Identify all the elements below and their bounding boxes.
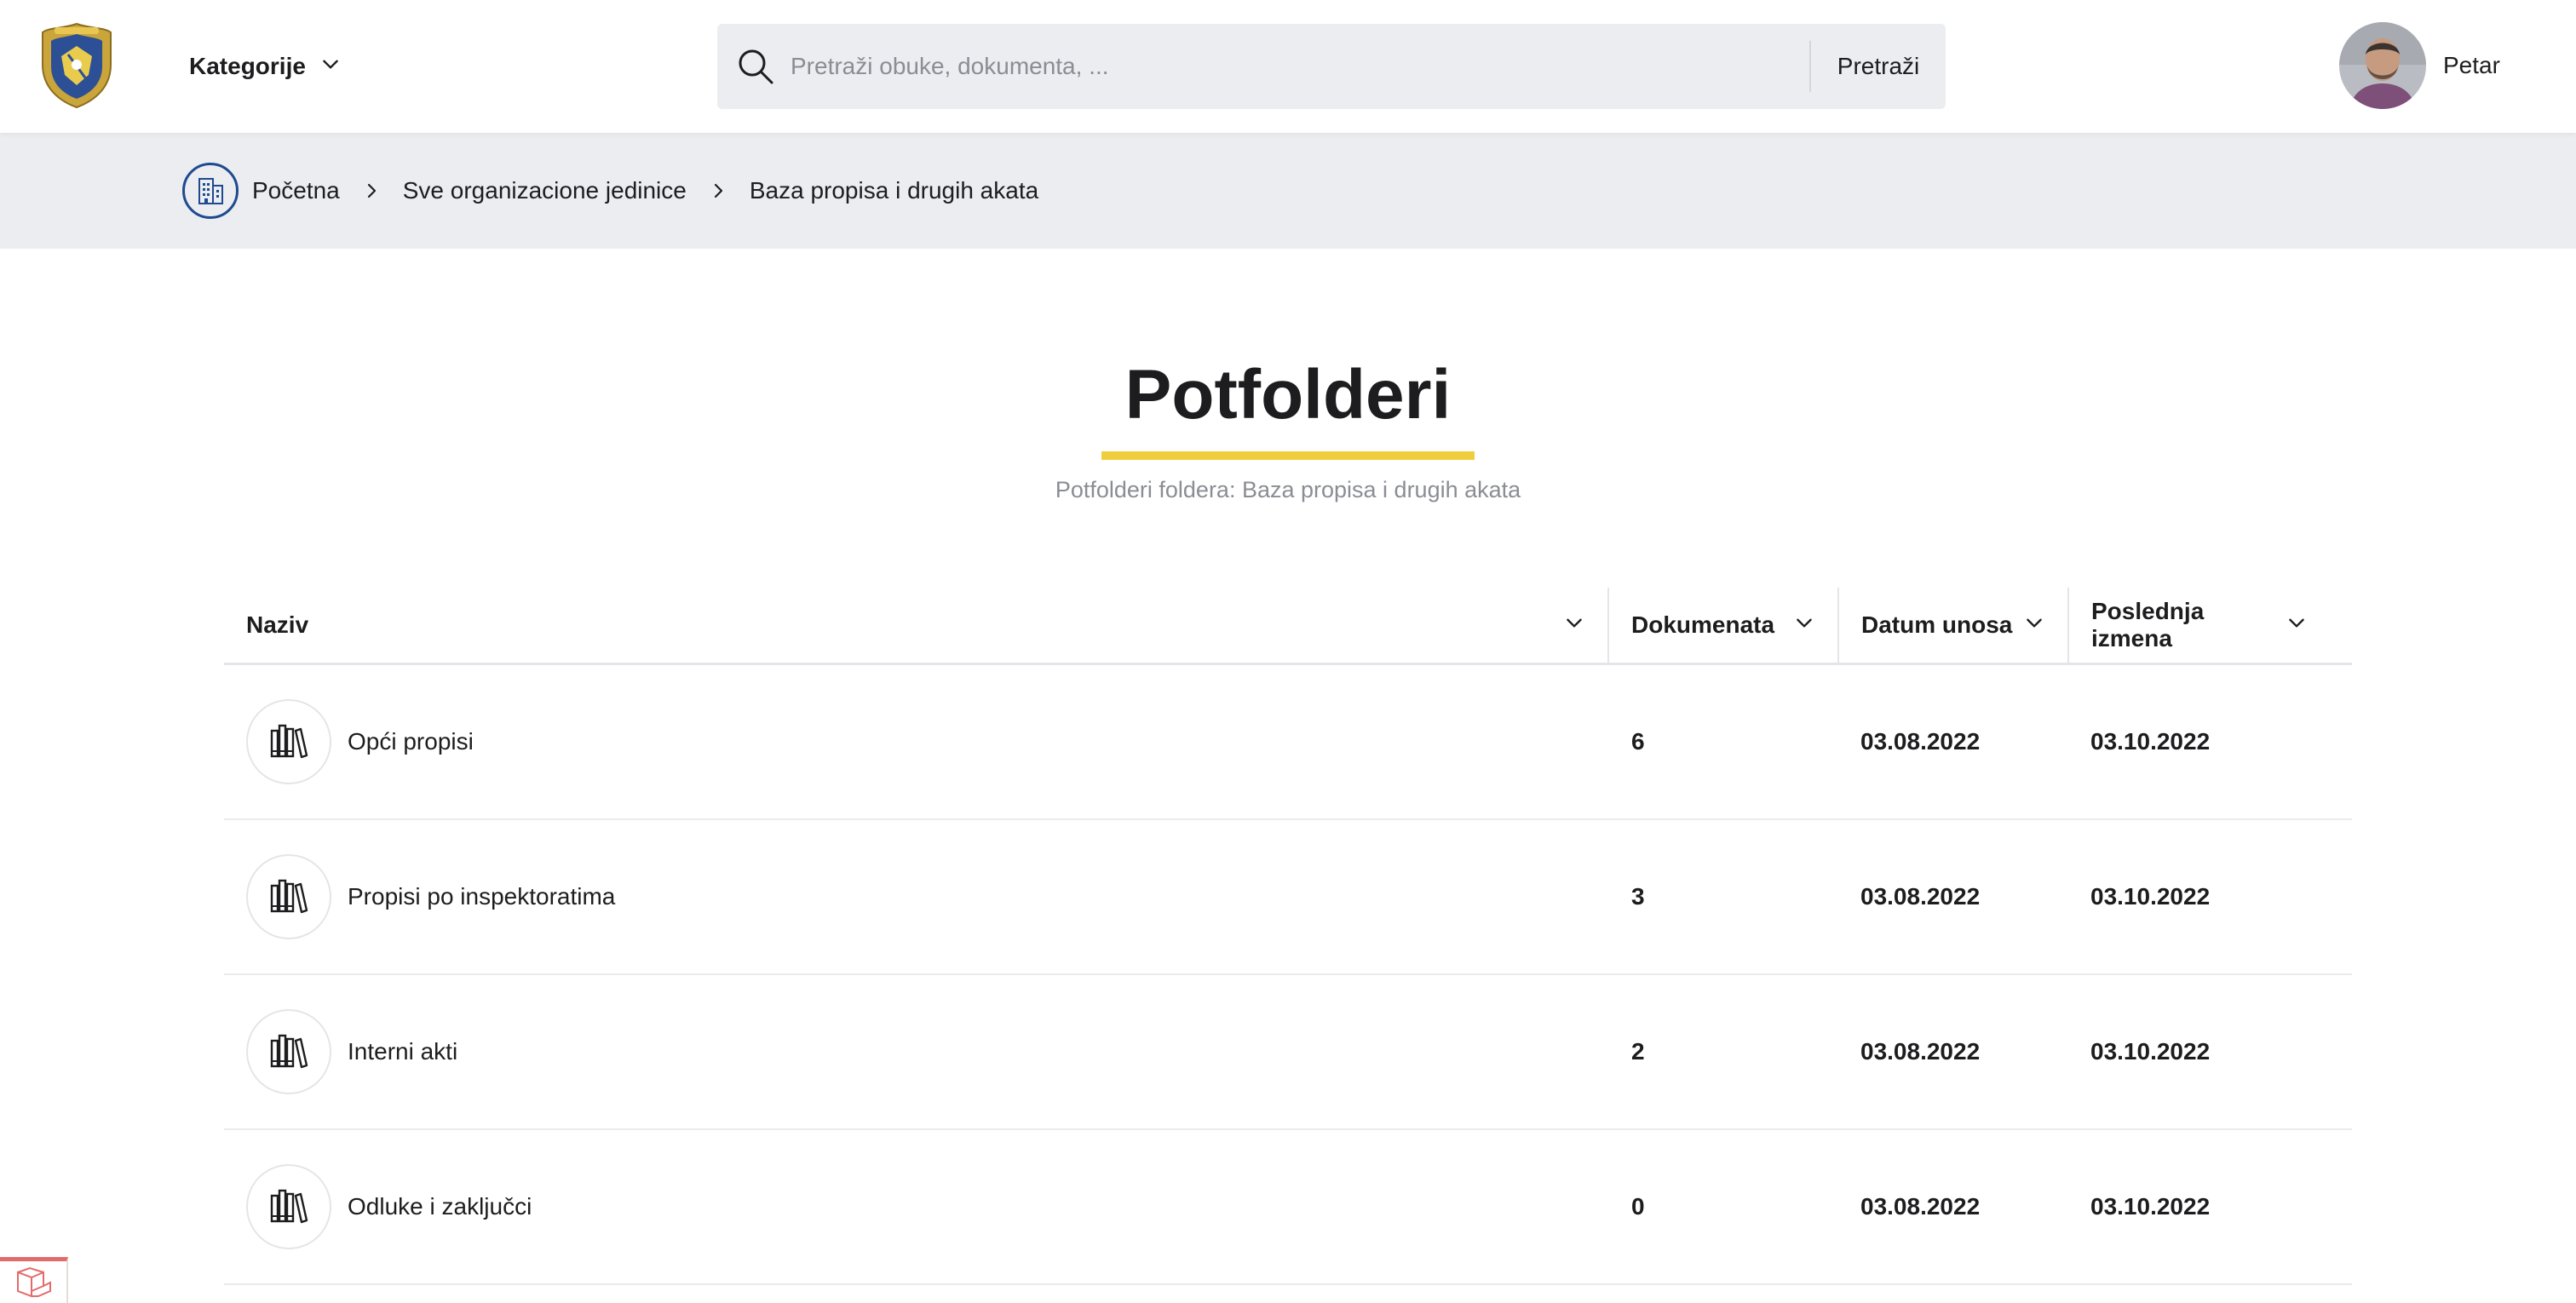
table-row[interactable]: Odluke i zaključci 0 03.08.2022 03.10.20… xyxy=(224,1130,2352,1285)
page-subtitle: Potfolderi foldera: Baza propisa i drugi… xyxy=(1055,477,1521,502)
column-header-modified[interactable]: Poslednja izmena xyxy=(2069,588,2330,663)
column-label: Datum unosa xyxy=(1861,611,2013,638)
row-created: 03.08.2022 xyxy=(1860,883,1981,910)
search-icon xyxy=(736,47,775,86)
chevron-right-icon xyxy=(362,181,381,200)
row-documents: 3 xyxy=(1631,883,1645,910)
row-name: Propisi po inspektoratima xyxy=(348,883,616,910)
row-documents: 0 xyxy=(1631,1193,1645,1220)
row-documents: 2 xyxy=(1631,1038,1645,1065)
top-navbar: Kategorije Pretraži Petar xyxy=(0,0,2576,133)
building-icon[interactable] xyxy=(182,163,239,219)
search-input[interactable] xyxy=(789,52,1809,81)
books-icon xyxy=(246,1164,331,1249)
categories-label: Kategorije xyxy=(189,53,306,79)
page-title: Potfolderi xyxy=(1124,356,1452,433)
row-created: 03.08.2022 xyxy=(1860,1038,1981,1065)
column-header-created[interactable]: Datum unosa xyxy=(1839,588,2067,663)
row-created: 03.08.2022 xyxy=(1860,1193,1981,1220)
column-label: Dokumenata xyxy=(1631,611,1775,638)
column-header-name[interactable]: Naziv xyxy=(224,588,1607,663)
chevron-right-icon xyxy=(709,181,727,200)
user-name: Petar xyxy=(2443,52,2500,78)
row-name: Odluke i zaključci xyxy=(348,1193,532,1220)
search-bar: Pretraži xyxy=(717,24,1946,109)
row-created: 03.08.2022 xyxy=(1860,728,1981,755)
avatar[interactable] xyxy=(2339,22,2426,109)
debugbar-toggle-icon[interactable] xyxy=(0,1257,68,1303)
search-button[interactable]: Pretraži xyxy=(1811,24,1946,109)
row-modified: 03.10.2022 xyxy=(2090,883,2211,910)
subfolders-table: Naziv Dokumenata Datum unosa Poslednja i… xyxy=(224,588,2352,1285)
books-icon xyxy=(246,1009,331,1094)
table-row[interactable]: Interni akti 2 03.08.2022 03.10.2022 xyxy=(224,975,2352,1130)
table-header: Naziv Dokumenata Datum unosa Poslednja i… xyxy=(224,588,2352,665)
books-icon xyxy=(246,699,331,784)
title-underline xyxy=(1101,451,1475,460)
row-modified: 03.10.2022 xyxy=(2090,1038,2211,1065)
breadcrumb: Početna Sve organizacione jedinice Baza … xyxy=(182,162,1038,220)
table-row[interactable]: Opći propisi 6 03.08.2022 03.10.2022 xyxy=(224,665,2352,820)
logo-icon[interactable] xyxy=(39,20,114,109)
categories-menu[interactable]: Kategorije xyxy=(189,44,342,89)
row-name: Opći propisi xyxy=(348,728,474,755)
user-menu[interactable]: Petar xyxy=(2339,22,2500,109)
chevron-down-icon xyxy=(319,53,342,81)
table-row[interactable]: Propisi po inspektoratima 3 03.08.2022 0… xyxy=(224,820,2352,975)
chevron-down-icon xyxy=(1563,611,1585,640)
books-icon xyxy=(246,854,331,939)
breadcrumb-item-current[interactable]: Baza propisa i drugih akata xyxy=(750,177,1038,204)
breadcrumb-item-units[interactable]: Sve organizacione jedinice xyxy=(403,177,687,204)
row-name: Interni akti xyxy=(348,1038,458,1065)
row-modified: 03.10.2022 xyxy=(2090,728,2211,755)
breadcrumb-item-home[interactable]: Početna xyxy=(252,177,340,204)
chevron-down-icon xyxy=(2286,611,2308,640)
column-label: Naziv xyxy=(246,611,309,638)
breadcrumb-bar: Početna Sve organizacione jedinice Baza … xyxy=(0,133,2576,249)
row-documents: 6 xyxy=(1631,728,1645,755)
chevron-down-icon xyxy=(2023,611,2045,640)
column-label: Poslednja izmena xyxy=(2091,598,2205,652)
column-header-documents[interactable]: Dokumenata xyxy=(1609,588,1837,663)
row-modified: 03.10.2022 xyxy=(2090,1193,2211,1220)
chevron-down-icon xyxy=(1793,611,1815,640)
